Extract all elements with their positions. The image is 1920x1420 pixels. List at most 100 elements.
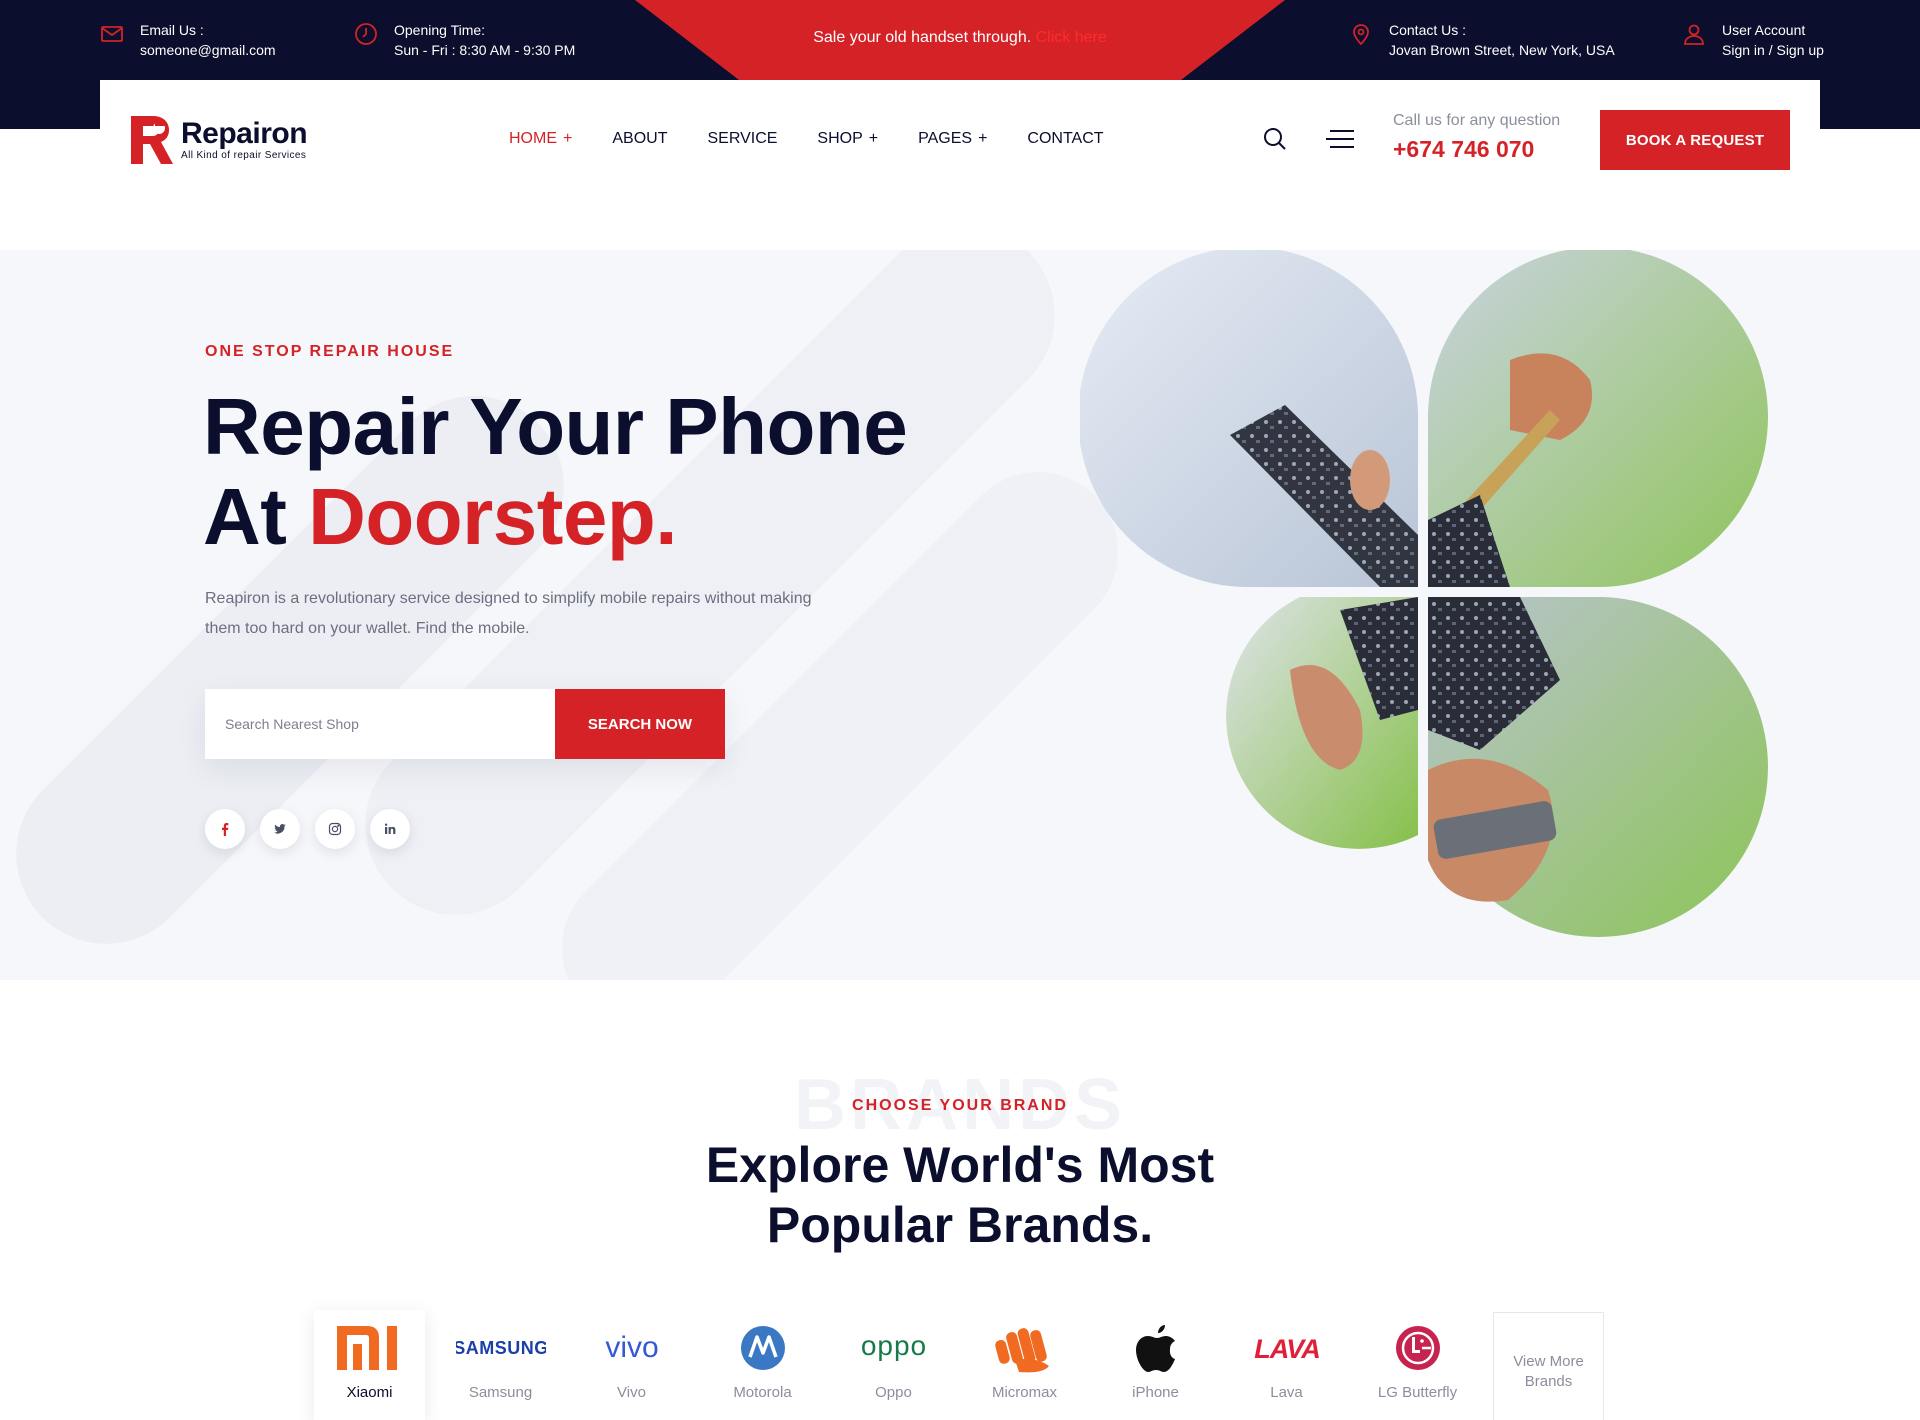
svg-text:oppo: oppo	[860, 1334, 926, 1361]
book-request-button[interactable]: BOOK A REQUEST	[1600, 110, 1790, 170]
brand-vivo[interactable]: vivo Vivo	[576, 1310, 687, 1420]
brands-eyebrow: CHOOSE YOUR BRAND	[852, 1097, 1068, 1114]
call-question: Call us for any question	[1393, 112, 1561, 129]
email-value: someone@gmail.com	[140, 42, 276, 58]
logo[interactable]: Repairon All Kind of repair Services	[129, 114, 308, 166]
promo-link[interactable]: Click here	[1036, 29, 1107, 46]
instagram-icon	[328, 822, 342, 836]
contact-value: Jovan Brown Street, New York, USA	[1389, 42, 1615, 58]
nav-home-plus-icon: +	[563, 130, 573, 147]
email-info[interactable]: Email Us : someone@gmail.com	[100, 20, 276, 60]
social-links	[205, 809, 410, 849]
nav-pages[interactable]: PAGES +	[918, 130, 987, 148]
nav-service[interactable]: SERVICE	[707, 130, 777, 148]
search-icon[interactable]	[1262, 126, 1288, 152]
hero-eyebrow: ONE STOP REPAIR HOUSE	[205, 343, 455, 360]
call-number[interactable]: +674 746 070	[1393, 136, 1560, 163]
logo-name: Repairon	[181, 117, 308, 150]
opening-hours-info: Opening Time: Sun - Fri : 8:30 AM - 9:30…	[354, 20, 575, 60]
signin-link[interactable]: Sign in / Sign up	[1722, 40, 1824, 60]
email-title: Email Us :	[140, 22, 204, 38]
vivo-logo-icon: vivo	[589, 1316, 675, 1380]
facebook-icon	[222, 823, 229, 836]
shop-search-form: SEARCH NOW	[205, 689, 725, 759]
brand-name: Xiaomi	[346, 1384, 393, 1401]
instagram-link[interactable]	[315, 809, 355, 849]
brand-name: Micromax	[991, 1384, 1057, 1401]
apple-logo-icon	[1132, 1316, 1180, 1380]
nav-pages-label: PAGES	[918, 130, 973, 147]
lg-logo-icon	[1395, 1316, 1441, 1380]
nav-pages-plus-icon: +	[978, 130, 988, 147]
nav-contact[interactable]: CONTACT	[1027, 130, 1103, 148]
search-now-button[interactable]: SEARCH NOW	[555, 689, 725, 759]
brand-xiaomi[interactable]: Xiaomi	[314, 1310, 425, 1420]
brand-lg[interactable]: LG Butterfly	[1362, 1310, 1473, 1420]
svg-text:vivo: vivo	[605, 1333, 658, 1363]
nav-home[interactable]: HOME +	[509, 130, 572, 148]
hours-title: Opening Time:	[394, 22, 486, 38]
view-more-brands-button[interactable]: View More Brands	[1493, 1312, 1604, 1420]
clock-icon	[355, 23, 377, 45]
xiaomi-logo-icon	[336, 1316, 403, 1380]
location-pin-icon	[1353, 24, 1369, 46]
brand-motorola[interactable]: Motorola	[707, 1310, 818, 1420]
contact-title: Contact Us :	[1389, 22, 1467, 38]
menu-icon[interactable]	[1326, 128, 1354, 150]
promo-text: Sale your old handset through. Click her…	[635, 29, 1285, 47]
brands-title-line1: Explore World's Most	[705, 1137, 1215, 1193]
nav-shop[interactable]: SHOP +	[817, 130, 878, 148]
nav-shop-label: SHOP	[817, 130, 863, 147]
shop-search-input[interactable]	[205, 689, 555, 759]
nav-about[interactable]: ABOUT	[612, 130, 667, 148]
brand-name: Lava	[1270, 1384, 1303, 1401]
promo-message: Sale your old handset through.	[813, 29, 1032, 46]
account-title: User Account	[1722, 22, 1806, 38]
nav-contact-label: CONTACT	[1027, 130, 1104, 147]
user-account[interactable]: User Account Sign in / Sign up	[1682, 20, 1824, 60]
brand-name: Vivo	[617, 1384, 646, 1401]
nav-shop-plus-icon: +	[868, 130, 879, 147]
brand-list: Xiaomi SAMSUNG Samsung vivo Vivo Motorol…	[314, 1310, 1604, 1420]
brand-oppo[interactable]: oppo Oppo	[838, 1310, 949, 1420]
micromax-logo-icon	[993, 1316, 1057, 1380]
hero-title: Repair Your Phone At Doorstep.	[203, 382, 908, 562]
hours-value: Sun - Fri : 8:30 AM - 9:30 PM	[394, 42, 576, 58]
svg-text:LAVA: LAVA	[1254, 1335, 1320, 1361]
brands-title: Explore World's Most Popular Brands.	[0, 1135, 1920, 1255]
brand-micromax[interactable]: Micromax	[969, 1310, 1080, 1420]
motorola-logo-icon	[740, 1316, 786, 1380]
hero-title-at: At	[203, 472, 287, 561]
main-nav: HOME + ABOUT SERVICE SHOP + PAGES + CONT…	[509, 130, 1144, 148]
call-info: Call us for any question +674 746 070	[1393, 112, 1560, 163]
brand-name: Motorola	[733, 1384, 792, 1401]
user-icon	[1684, 24, 1704, 45]
logo-mark-icon	[131, 116, 173, 164]
twitter-link[interactable]	[260, 809, 300, 849]
contact-info: Contact Us : Jovan Brown Street, New Yor…	[1349, 20, 1615, 60]
hero-description: Reapiron is a revolutionary service desi…	[205, 590, 812, 637]
hero-section: ONE STOP REPAIR HOUSE Repair Your Phone …	[0, 250, 1920, 980]
twitter-icon	[274, 824, 286, 834]
brand-name: iPhone	[1132, 1384, 1179, 1401]
linkedin-icon	[384, 823, 396, 834]
facebook-link[interactable]	[205, 809, 245, 849]
lava-logo-icon: LAVA	[1247, 1316, 1327, 1380]
brand-iphone[interactable]: iPhone	[1100, 1310, 1211, 1420]
linkedin-link[interactable]	[370, 809, 410, 849]
brand-samsung[interactable]: SAMSUNG Samsung	[445, 1310, 556, 1420]
brand-name: Samsung	[468, 1384, 533, 1401]
nav-service-label: SERVICE	[707, 130, 778, 147]
logo-tagline: All Kind of repair Services	[181, 150, 307, 161]
hero-title-highlight: Doorstep.	[308, 472, 678, 561]
brand-name: Oppo	[875, 1384, 912, 1401]
hero-title-line1: Repair Your Phone	[203, 382, 908, 471]
brand-name: LG Butterfly	[1377, 1384, 1458, 1401]
samsung-logo-icon: SAMSUNG	[456, 1316, 546, 1380]
hero-repair-photo-collage	[1080, 250, 1768, 937]
svg-text:SAMSUNG: SAMSUNG	[456, 1338, 546, 1358]
brands-title-line2: Popular Brands.	[766, 1197, 1154, 1253]
nav-about-label: ABOUT	[612, 130, 668, 147]
brand-lava[interactable]: LAVA Lava	[1231, 1310, 1342, 1420]
nav-home-label: HOME	[509, 130, 557, 147]
